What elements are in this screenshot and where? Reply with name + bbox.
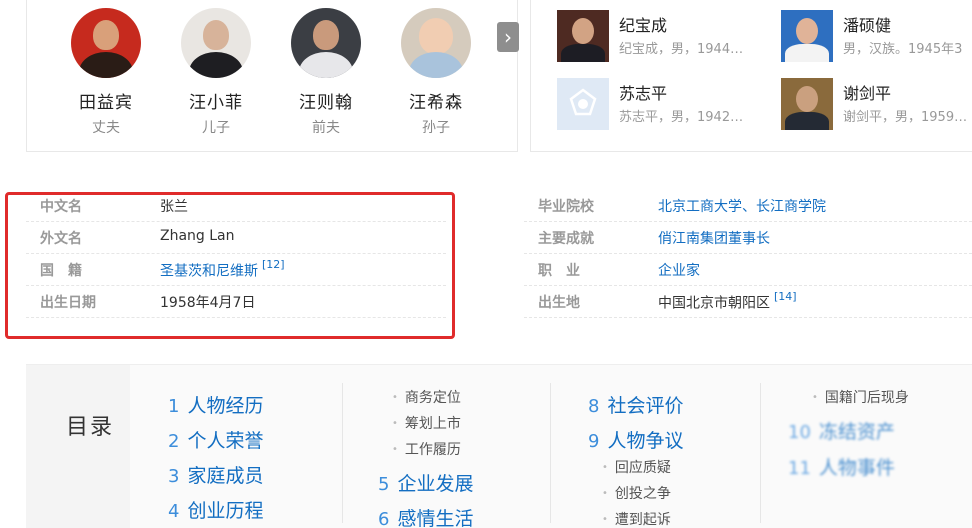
toc-item-number: 4	[168, 501, 180, 522]
toc-item-number: 5	[378, 474, 390, 495]
related-person-3[interactable]: 苏志平 苏志平，男，1942…	[557, 78, 772, 134]
toc-title-cell: 目录	[26, 365, 130, 528]
toc-subitem[interactable]: 回应质疑	[602, 457, 671, 477]
person-photo[interactable]	[781, 78, 833, 130]
toc-item-number: 10	[788, 422, 811, 443]
toc-subitem[interactable]: 创投之争	[602, 483, 671, 503]
info-row: 职 业 企业家	[524, 254, 972, 286]
toc-item[interactable]: 11 人物事件	[788, 453, 895, 480]
family-relations-card: 田益宾 丈夫 汪小菲 儿子 汪则翰 前夫 汪希森 孙子 ›	[26, 0, 519, 152]
avatar[interactable]	[71, 8, 141, 78]
toc-item[interactable]: 6 感情生活	[378, 504, 473, 528]
info-label: 职 业	[538, 263, 580, 279]
toc-item-label[interactable]: 企业发展	[397, 473, 473, 495]
achievement-link[interactable]: 俏江南集团董事长	[658, 228, 770, 248]
toc-item[interactable]: 5 企业发展	[378, 469, 473, 496]
info-row: 毕业院校 北京工商大学、长江商学院	[524, 190, 972, 222]
related-person-name[interactable]: 潘硕健	[843, 12, 891, 36]
toc-item-label[interactable]: 个人荣誉	[187, 430, 263, 452]
related-person-name[interactable]: 纪宝成	[619, 12, 667, 36]
info-label: 出生地	[538, 295, 580, 311]
toc-divider	[550, 383, 551, 523]
toc-title: 目录	[66, 415, 115, 440]
toc-item[interactable]: 2 个人荣誉	[168, 426, 263, 453]
family-member-3[interactable]: 汪则翰 前夫	[281, 8, 371, 137]
toc-item-label[interactable]: 人物经历	[187, 395, 263, 417]
family-member-4[interactable]: 汪希森 孙子	[391, 8, 481, 137]
related-person-name[interactable]: 苏志平	[619, 80, 667, 104]
info-value: 中国北京市朝阳区 [14]	[658, 290, 797, 313]
toc-item-label[interactable]: 社会评价	[607, 395, 683, 417]
toc-item[interactable]: 10 冻结资产	[788, 417, 895, 444]
birthplace-value: 中国北京市朝阳区	[658, 295, 770, 312]
family-member-name[interactable]: 汪希森	[391, 88, 481, 113]
family-member-2[interactable]: 汪小菲 儿子	[171, 8, 261, 137]
toc-item[interactable]: 4 创业历程	[168, 496, 263, 523]
related-person-2[interactable]: 潘硕健 男，汉族。1945年3	[781, 10, 972, 66]
toc-item[interactable]: 1 人物经历	[168, 391, 263, 418]
toc-item[interactable]: 3 家庭成员	[168, 461, 263, 488]
family-member-relation: 儿子	[202, 120, 230, 136]
toc-item-label[interactable]: 创业历程	[187, 500, 263, 522]
citation-link[interactable]: [14]	[774, 290, 797, 303]
family-member-relation: 前夫	[312, 120, 340, 136]
toc-item-number: 6	[378, 509, 390, 528]
toc-item-number: 8	[588, 396, 600, 417]
placeholder-photo-icon[interactable]	[557, 78, 609, 130]
school-link[interactable]: 北京工商大学、长江商学院	[658, 196, 826, 216]
toc-item-number: 11	[788, 458, 811, 479]
related-person-desc: 男，汉族。1945年3	[843, 42, 963, 57]
toc-subitem[interactable]: 筹划上市	[392, 413, 461, 433]
highlight-annotation-box	[5, 192, 455, 339]
toc-item[interactable]: 9 人物争议	[588, 426, 683, 453]
family-member-relation: 孙子	[422, 120, 450, 136]
toc-item-label[interactable]: 冻结资产	[819, 421, 895, 443]
toc-item-label[interactable]: 家庭成员	[187, 465, 263, 487]
related-person-4[interactable]: 谢剑平 谢剑平，男，1959…	[781, 78, 972, 134]
toc-item-number: 9	[588, 431, 600, 452]
toc-item-label[interactable]: 人物争议	[607, 430, 683, 452]
toc-item-number: 2	[168, 431, 180, 452]
person-photo[interactable]	[557, 10, 609, 62]
toc-item[interactable]: 8 社会评价	[588, 391, 683, 418]
avatar[interactable]	[181, 8, 251, 78]
toc-divider	[342, 383, 343, 523]
next-arrow-button[interactable]: ›	[497, 22, 519, 52]
toc-item-number: 1	[168, 396, 180, 417]
info-row: 出生地 中国北京市朝阳区 [14]	[524, 286, 972, 318]
toc-item-label[interactable]: 感情生活	[397, 508, 473, 528]
related-person-desc: 纪宝成，男，1944…	[619, 42, 744, 57]
toc-subitem[interactable]: 商务定位	[392, 387, 461, 407]
avatar[interactable]	[291, 8, 361, 78]
toc-subitem[interactable]: 遭到起诉	[602, 509, 671, 528]
family-member-name[interactable]: 汪则翰	[281, 88, 371, 113]
related-person-desc: 谢剑平，男，1959…	[843, 110, 968, 125]
family-member-name[interactable]: 汪小菲	[171, 88, 261, 113]
info-row: 主要成就 俏江南集团董事长	[524, 222, 972, 254]
toc-item-label[interactable]: 人物事件	[819, 457, 895, 479]
family-member-name[interactable]: 田益宾	[61, 88, 151, 113]
family-member-relation: 丈夫	[92, 120, 120, 136]
family-member-1[interactable]: 田益宾 丈夫	[61, 8, 151, 137]
person-photo[interactable]	[781, 10, 833, 62]
toc-divider	[760, 383, 761, 523]
toc-item-number: 3	[168, 466, 180, 487]
toc-subitem[interactable]: 工作履历	[392, 439, 461, 459]
related-person-1[interactable]: 纪宝成 纪宝成，男，1944…	[557, 10, 772, 66]
info-label: 主要成就	[538, 231, 594, 247]
related-person-desc: 苏志平，男，1942…	[619, 110, 744, 125]
avatar[interactable]	[401, 8, 471, 78]
occupation-link[interactable]: 企业家	[658, 260, 700, 280]
related-people-card: 纪宝成 纪宝成，男，1944… 潘硕健 男，汉族。1945年3 苏志平 苏志平，…	[530, 0, 972, 152]
toc-subitem[interactable]: 国籍门后现身	[812, 387, 909, 407]
info-label: 毕业院校	[538, 199, 594, 215]
related-person-name[interactable]: 谢剑平	[843, 80, 891, 104]
table-of-contents: 目录 1 人物经历 2 个人荣誉 3 家庭成员 4 创业历程 商务定位 筹划上市 工作履…	[26, 364, 972, 528]
